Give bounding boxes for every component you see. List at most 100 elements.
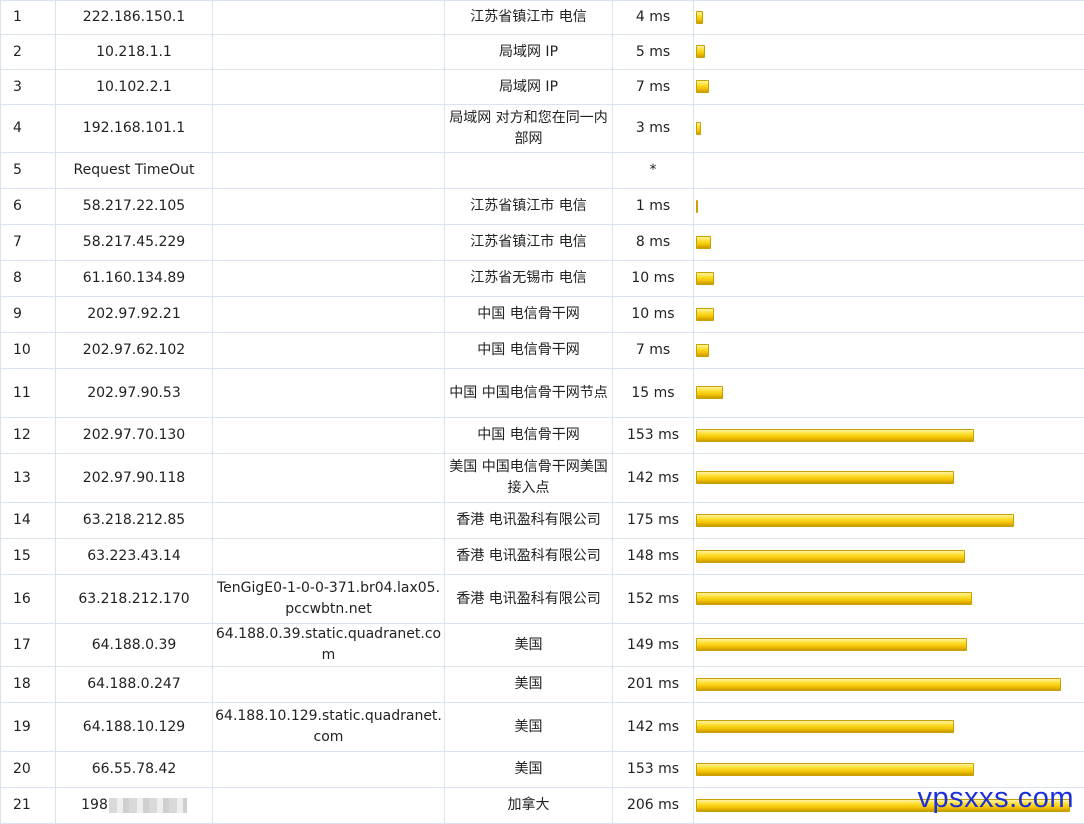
hop-number: 3 (1, 70, 56, 105)
location-text: 美国 中国电信骨干网美国接入点 (449, 459, 607, 496)
table-row: 1964.188.10.12964.188.10.129.static.quad… (1, 703, 1084, 752)
latency-bar (696, 11, 703, 24)
latency-bar-cell (694, 503, 1084, 539)
ip-address: 64.188.0.247 (56, 667, 213, 703)
hop-number-text: 7 (13, 234, 22, 250)
hostname (213, 333, 445, 369)
table-row: 1563.223.43.14香港 电讯盈科有限公司148 ms (1, 539, 1084, 575)
hop-number: 13 (1, 454, 56, 503)
hop-number: 12 (1, 418, 56, 454)
ip-address-text: 63.218.212.170 (78, 591, 189, 607)
ip-address-text: Request TimeOut (74, 162, 195, 178)
location-text: 中国 电信骨干网 (477, 342, 579, 358)
latency-bar (696, 344, 709, 357)
ip-address: 222.186.150.1 (56, 1, 213, 35)
location-text: 美国 (515, 637, 543, 653)
location: 局域网 对方和您在同一内部网 (445, 105, 613, 153)
location-text: 江苏省无锡市 电信 (470, 270, 586, 286)
location-text: 香港 电讯盈科有限公司 (456, 591, 600, 607)
latency-bar-cell (694, 1, 1084, 35)
location: 美国 (445, 752, 613, 788)
table-row: 10202.97.62.102中国 电信骨干网7 ms (1, 333, 1084, 369)
location-text: 江苏省镇江市 电信 (470, 9, 586, 25)
hop-number: 19 (1, 703, 56, 752)
ip-address-text: 10.102.2.1 (96, 79, 172, 95)
latency-value-text: 148 ms (627, 548, 679, 564)
hop-number-text: 5 (13, 162, 22, 178)
latency-value: 3 ms (613, 105, 694, 153)
hop-number-text: 18 (13, 676, 31, 692)
hostname (213, 454, 445, 503)
hop-number: 8 (1, 261, 56, 297)
hop-number-text: 3 (13, 79, 22, 95)
latency-bar-cell (694, 333, 1084, 369)
latency-bar-cell (694, 624, 1084, 667)
hostname (213, 667, 445, 703)
hop-number: 1 (1, 1, 56, 35)
hostname (213, 539, 445, 575)
ip-address: 61.160.134.89 (56, 261, 213, 297)
hostname (213, 1, 445, 35)
hop-number: 5 (1, 153, 56, 189)
latency-bar (696, 638, 967, 651)
ip-address-text: 10.218.1.1 (96, 44, 172, 60)
location: 局域网 IP (445, 70, 613, 105)
latency-bar-cell (694, 454, 1084, 503)
latency-bar (696, 200, 698, 213)
latency-value: 142 ms (613, 454, 694, 503)
location: 中国 电信骨干网 (445, 297, 613, 333)
latency-value: 153 ms (613, 418, 694, 454)
latency-value-text: 142 ms (627, 719, 679, 735)
hostname (213, 105, 445, 153)
latency-value: 175 ms (613, 503, 694, 539)
table-row: 210.218.1.1局域网 IP5 ms (1, 35, 1084, 70)
ip-address: 10.102.2.1 (56, 70, 213, 105)
latency-value: 206 ms (613, 788, 694, 824)
hop-number: 14 (1, 503, 56, 539)
location: 加拿大 (445, 788, 613, 824)
ip-address-text: 202.97.70.130 (83, 427, 185, 443)
ip-address: 63.218.212.85 (56, 503, 213, 539)
latency-value: 7 ms (613, 70, 694, 105)
traceroute-rows: 1222.186.150.1江苏省镇江市 电信4 ms210.218.1.1局域… (1, 1, 1084, 824)
latency-value-text: * (650, 162, 657, 178)
latency-bar-cell (694, 189, 1084, 225)
ip-address-text: 222.186.150.1 (83, 9, 185, 25)
latency-value: 5 ms (613, 35, 694, 70)
latency-bar-cell (694, 105, 1084, 153)
hop-number-text: 6 (13, 198, 22, 214)
hostname-text: 64.188.0.39.static.quadranet.com (216, 626, 441, 663)
location: 中国 中国电信骨干网节点 (445, 369, 613, 418)
latency-bar (696, 678, 1061, 691)
hop-number-text: 4 (13, 120, 22, 136)
hostname-text: TenGigE0-1-0-0-371.br04.lax05.pccwbtn.ne… (217, 580, 440, 617)
hop-number-text: 10 (13, 342, 31, 358)
latency-value-text: 7 ms (636, 342, 670, 358)
hostname (213, 752, 445, 788)
latency-bar-cell (694, 575, 1084, 624)
location: 江苏省无锡市 电信 (445, 261, 613, 297)
hop-number-text: 2 (13, 44, 22, 60)
location (445, 153, 613, 189)
location: 香港 电讯盈科有限公司 (445, 503, 613, 539)
location-text: 中国 电信骨干网 (477, 427, 579, 443)
latency-value: 10 ms (613, 297, 694, 333)
hostname (213, 189, 445, 225)
latency-bar (696, 308, 714, 321)
ip-address-text: 63.223.43.14 (87, 548, 181, 564)
latency-value: 1 ms (613, 189, 694, 225)
table-row: 1463.218.212.85 香港 电讯盈科有限公司175 ms (1, 503, 1084, 539)
latency-value: 201 ms (613, 667, 694, 703)
hop-number-text: 11 (13, 385, 31, 401)
ip-address-text: 58.217.22.105 (83, 198, 185, 214)
latency-value: 15 ms (613, 369, 694, 418)
hop-number: 2 (1, 35, 56, 70)
hop-number: 16 (1, 575, 56, 624)
latency-bar-cell (694, 703, 1084, 752)
hostname-text: 64.188.10.129.static.quadranet.com (215, 708, 442, 745)
latency-bar-cell (694, 153, 1084, 189)
latency-value-text: 152 ms (627, 591, 679, 607)
ip-address: 202.97.90.53 (56, 369, 213, 418)
location-text: 香港 电讯盈科有限公司 (456, 548, 600, 564)
ip-address-text: 61.160.134.89 (83, 270, 185, 286)
